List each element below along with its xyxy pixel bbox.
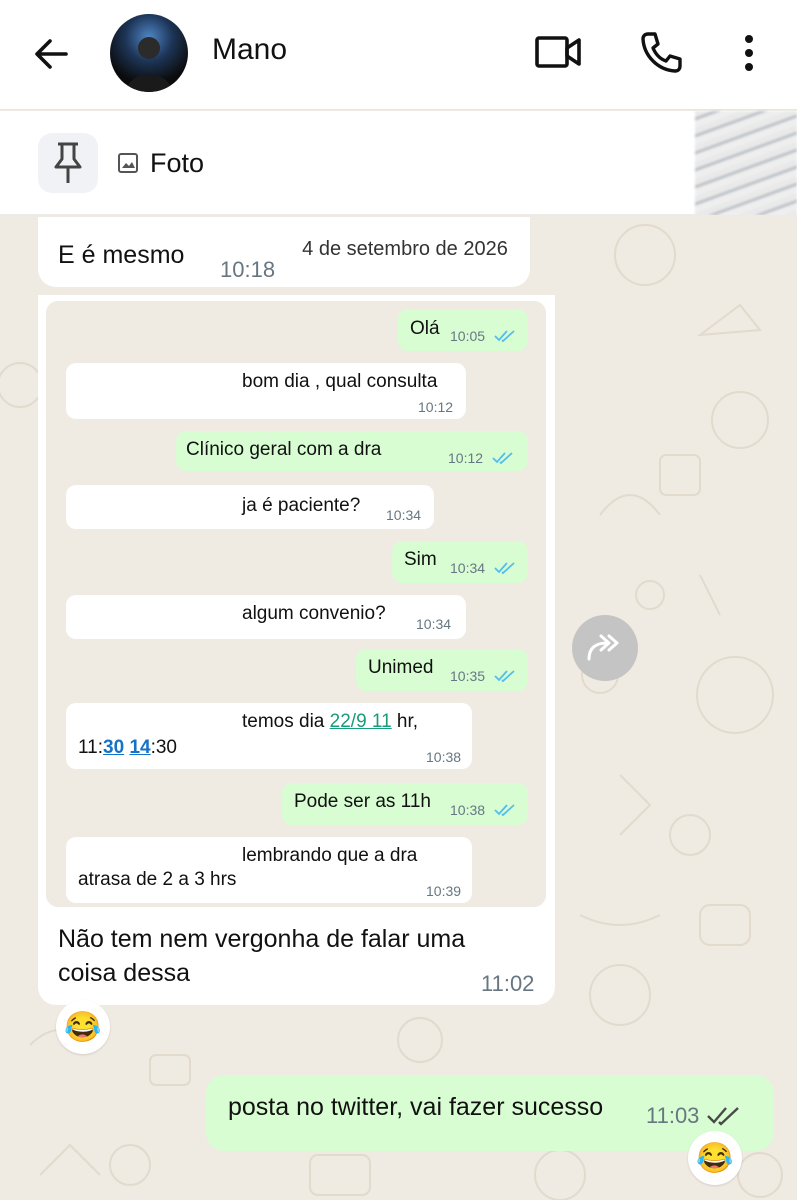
number-link[interactable]: 30 [103,737,124,758]
back-arrow-icon[interactable] [30,33,72,75]
avatar[interactable] [110,14,188,92]
bubble-time: 10:35 [450,668,486,684]
read-ticks-icon [492,452,513,465]
bubble-text: algum convenio? [242,603,386,624]
message-time: 11:02 [481,971,535,996]
text-fragment: :30 [150,737,177,758]
number-link[interactable]: 14 [129,737,150,758]
date-link[interactable]: 22/9 11 [330,711,392,732]
more-options-icon[interactable] [735,30,763,76]
pin-button[interactable] [38,133,98,193]
bubble-time: 10:34 [386,507,422,523]
chat-bubble-outgoing: Sim 10:34 [392,541,528,583]
message-time: 10:18 [220,257,276,282]
text-fragment: hr, [391,711,419,732]
chat-bubble-incoming: lembrando que a dra atrasa de 2 a 3 hrs … [66,837,472,903]
text-fragment: temos dia [242,711,330,732]
pinned-message-bar[interactable]: Foto [0,111,797,215]
chat-bubble-incoming: bom dia , qual consulta 10:12 [66,363,466,419]
bubble-time: 10:39 [426,883,462,899]
reaction-badge[interactable]: 😂 [56,1000,110,1054]
bubble-text-line: temos dia 22/9 11 hr, [242,711,418,733]
bubble-time: 10:34 [450,560,486,576]
bubble-text: bom dia , qual consulta [242,371,438,392]
message-text: posta no twitter, vai fazer sucesso [228,1093,604,1121]
bubble-text: Pode ser as 11h [294,791,431,812]
read-ticks-icon [494,670,515,683]
chat-area[interactable]: E é mesmo 10:18 4 de setembro de 2026 Ol… [0,215,797,1200]
bubble-text-line: lembrando que a dra [242,845,418,866]
message-time: 11:03 [646,1103,700,1128]
chat-bubble-outgoing: Unimed 10:35 [356,649,528,691]
bubble-text: Unimed [368,657,434,678]
delivered-ticks-icon [707,1107,739,1126]
contact-name[interactable]: Mano [212,33,287,67]
video-call-icon[interactable] [534,30,582,74]
bubble-text: ja é paciente? [242,495,361,516]
message-text: E é mesmo [58,241,185,269]
bubble-time: 10:34 [416,616,452,632]
avatar-person-icon [126,37,172,92]
pinned-thumbnail[interactable] [695,111,797,215]
bubble-text-line: 11:30 14:30 [78,737,177,759]
read-ticks-icon [494,562,515,575]
photo-icon [118,153,138,173]
chat-bubble-outgoing: Olá 10:05 [398,309,528,351]
bubble-time: 10:12 [418,399,454,415]
chat-bubble-outgoing: Clínico geral com a dra 10:12 [176,431,528,471]
bubble-text: Sim [404,549,437,570]
reaction-badge[interactable]: 😂 [688,1131,742,1185]
chat-bubble-incoming: ja é paciente? 10:34 [66,485,434,529]
bubble-text-line: atrasa de 2 a 3 hrs [78,869,237,890]
chat-header: Mano [0,0,797,110]
phone-icon[interactable] [638,30,684,76]
pin-icon [54,142,82,183]
read-ticks-icon [494,804,515,817]
bubble-time: 10:12 [448,450,484,466]
screenshot-image[interactable]: Olá 10:05 bom dia , qual consulta 10:12 … [46,301,546,907]
text-fragment: 11: [78,737,104,758]
caption-line: Não tem nem vergonha de falar uma [58,925,466,953]
forward-button[interactable] [572,615,638,681]
chat-bubble-outgoing: Pode ser as 11h 10:38 [282,783,528,825]
message-bubble-outgoing[interactable]: posta no twitter, vai fazer sucesso 11:0… [206,1075,774,1151]
image-message-bubble[interactable]: Olá 10:05 bom dia , qual consulta 10:12 … [38,295,555,1005]
bubble-text: Clínico geral com a dra [186,439,382,460]
date-chip: 4 de setembro de 2026 [281,228,529,270]
pinned-label: Foto [150,148,205,178]
chat-bubble-incoming: algum convenio? 10:34 [66,595,466,639]
bubble-time: 10:38 [426,749,462,765]
chat-bubble-incoming: temos dia 22/9 11 hr, 11:30 14:30 10:38 [66,703,472,769]
bubble-time: 10:38 [450,802,486,818]
caption-line: coisa dessa [58,959,191,987]
forward-icon [587,634,619,661]
bubble-text: Olá [410,318,440,339]
read-ticks-icon [494,330,515,343]
bubble-time: 10:05 [450,328,486,344]
